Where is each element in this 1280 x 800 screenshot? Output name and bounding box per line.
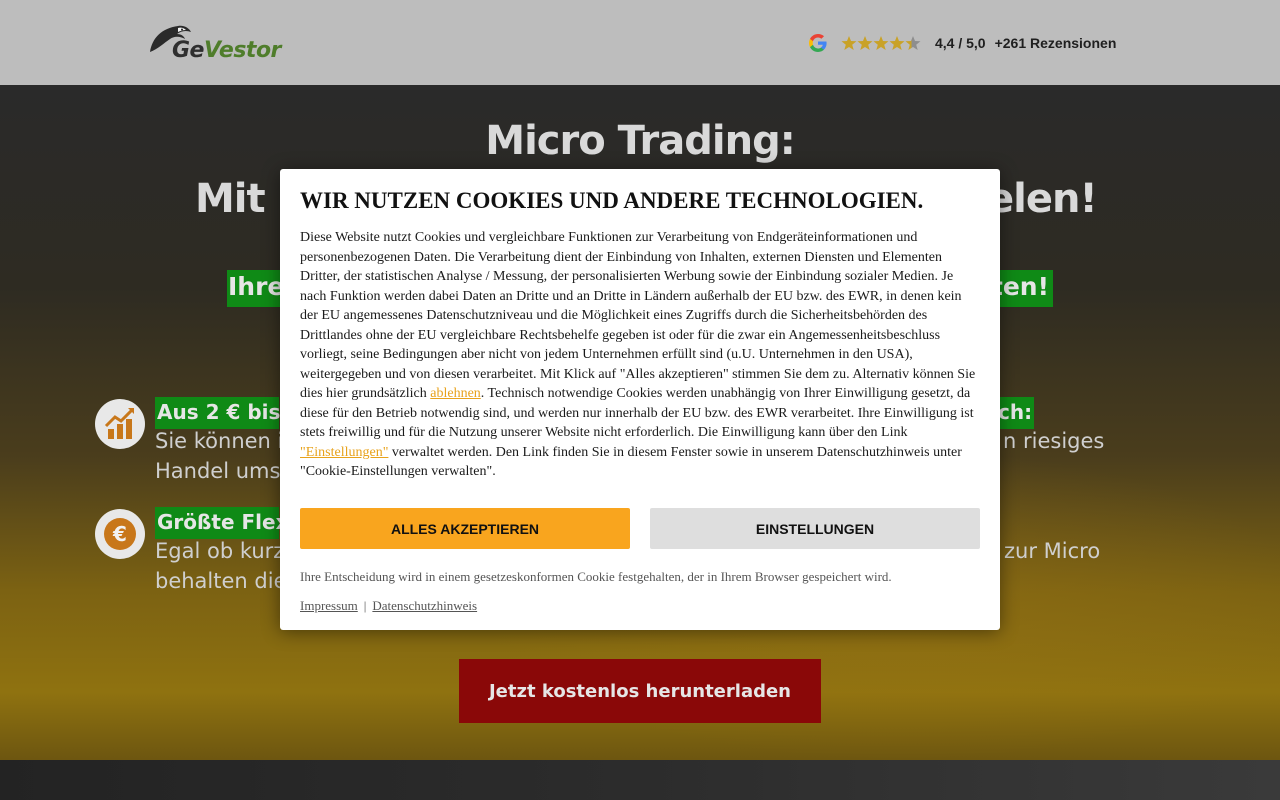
settings-link[interactable]: "Einstellungen" [300, 445, 388, 460]
feature1-text-l2-left: Handel umse [155, 459, 294, 483]
google-icon [809, 34, 827, 52]
reviews-count: +261 Rezensionen [994, 35, 1117, 51]
footer-strip [0, 760, 1280, 800]
feature1-heading-left: Aus 2 € bis [155, 397, 280, 429]
impressum-link[interactable]: Impressum [300, 598, 358, 613]
star-icon [857, 36, 873, 50]
feature1-text-l1-right: n riesiges [1003, 429, 1105, 453]
cookie-dialog-text: Diese Website nutzt Cookies und vergleic… [300, 228, 982, 482]
rating-value: 4,4 / 5,0 [935, 35, 986, 51]
euro-coin-icon: € [95, 509, 145, 559]
feature2-text-l1-left: Egal ob kurz [155, 539, 285, 563]
site-header: GeVestor 4,4 / 5,0 +261 Rezensionen [0, 0, 1280, 85]
settings-button[interactable]: EINSTELLUNGEN [650, 508, 980, 549]
cookie-consent-dialog: WIR NUTZEN COOKIES UND ANDERE TECHNOLOGI… [280, 169, 1000, 630]
feature1-text-l1-left: Sie können i [155, 429, 284, 453]
feature2-text-l2-left: behalten die [155, 569, 287, 593]
privacy-link[interactable]: Datenschutzhinweis [372, 598, 477, 613]
hero-subtitle-left: Ihre [228, 272, 285, 301]
link-separator: | [363, 598, 367, 613]
download-button[interactable]: Jetzt kostenlos herunterladen [459, 659, 821, 723]
cookie-note: Ihre Entscheidung wird in einem gesetzes… [300, 569, 892, 584]
star-icon [873, 36, 889, 50]
cookie-footer-links: Impressum | Datenschutzhinweis [300, 598, 477, 614]
feature2-text-l1-right: g zur Micro [984, 539, 1101, 563]
chart-up-icon [95, 399, 145, 449]
logo-text-ge: Ge [172, 38, 204, 63]
google-rating[interactable]: 4,4 / 5,0 +261 Rezensionen [808, 31, 1116, 55]
gevestor-logo[interactable]: GeVestor [148, 22, 308, 64]
svg-text:€: € [112, 522, 127, 546]
star-half-icon [905, 36, 921, 50]
reject-link[interactable]: ablehnen [430, 386, 481, 401]
accept-all-button[interactable]: ALLES AKZEPTIEREN [300, 508, 630, 549]
logo-text-vestor: Vestor [203, 38, 281, 63]
logo-wordmark: GeVestor [172, 38, 281, 63]
hero-title-line2-right: elen! [987, 176, 1098, 222]
cookie-dialog-title: WIR NUTZEN COOKIES UND ANDERE TECHNOLOGI… [300, 188, 924, 213]
feature2-heading-left: Größte Flex [155, 507, 288, 539]
feature1-heading-right: ch: [996, 397, 1034, 429]
star-icon [889, 36, 905, 50]
cookie-text-part1: Diese Website nutzt Cookies und vergleic… [300, 230, 976, 401]
star-rating [841, 35, 921, 51]
cookie-text-part3: verwaltet werden. Den Link finden Sie in… [300, 444, 962, 480]
hero-title-line1: Micro Trading: [485, 118, 795, 164]
star-icon [841, 36, 857, 50]
